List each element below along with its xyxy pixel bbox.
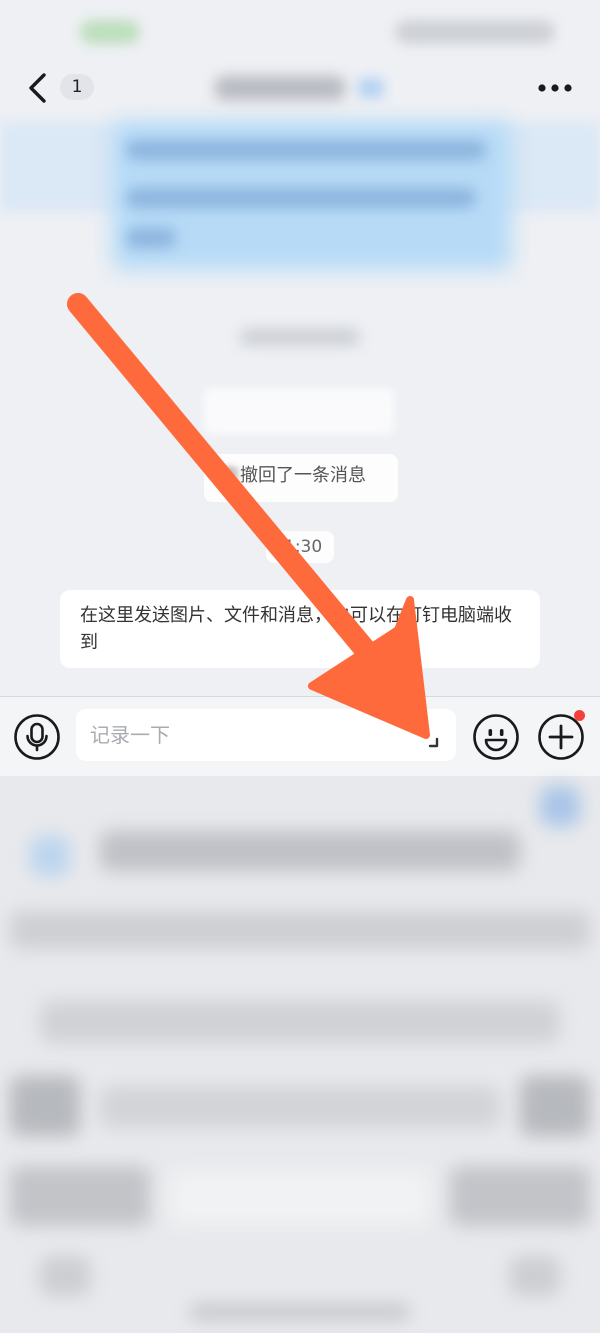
microphone-icon [14,714,60,760]
keyboard-blur-key [10,1076,80,1136]
blurred-text-line [126,188,476,208]
keyboard-blur-key [520,1076,590,1136]
message-input[interactable] [76,709,456,761]
blurred-text-line [126,140,486,160]
keyboard-blur-row [40,1001,560,1043]
voice-button[interactable] [13,713,61,761]
chat-area: 有撤回了一条消息 1:30 在这里发送图片、文件和消息，也可以在钉钉电脑端收到 [0,116,600,696]
keyboard-blur-key [540,786,580,826]
more-dots-icon [538,84,572,92]
keyboard-blurred [0,776,600,1333]
timestamp-blurred [240,328,360,346]
recall-notice: 有撤回了一条消息 [204,454,398,502]
back-chevron-icon [29,73,46,103]
keyboard-blur-key [450,1166,590,1226]
chat-title-tag-blurred [358,78,384,98]
emoji-button[interactable] [472,713,520,761]
keyboard-blur-space [170,1171,430,1225]
status-icons-blur [395,20,555,44]
time-divider-text: 1:30 [284,537,323,557]
more-button[interactable] [530,72,580,104]
recall-notice-text: 撤回了一条消息 [240,465,366,486]
notification-dot [574,710,585,721]
keyboard-blur-row [100,1086,500,1128]
back-button[interactable] [22,70,58,106]
keyboard-blur-key [510,1256,560,1296]
time-divider: 1:30 [266,531,334,563]
unread-count-badge: 1 [60,74,94,100]
tip-message-bubble: 在这里发送图片、文件和消息，也可以在钉钉电脑端收到 [60,590,540,668]
blurred-text-line [126,228,176,248]
status-bar [0,0,600,60]
keyboard-blur-row [100,831,520,871]
keyboard-blur-key [40,1256,90,1296]
keyboard-blur-key [30,836,70,876]
expand-input-button[interactable] [414,723,442,751]
home-indicator-blurred [190,1306,410,1318]
keyboard-blur-key [10,1166,150,1226]
system-notice-blurred [204,388,394,434]
expand-icon [417,726,439,748]
tip-message-text: 在这里发送图片、文件和消息，也可以在钉钉电脑端收到 [80,605,512,653]
status-indicator-blur [80,20,140,44]
smiley-icon [473,714,519,760]
chat-title-blurred [215,76,345,100]
nav-bar: 1 [0,60,600,116]
input-bar [0,696,600,777]
keyboard-blur-row [10,911,590,949]
chat-screen: 1 有撤回了一条消息 1:30 在这里发送图片、文件和消息，也可以在钉钉电脑端收… [0,0,600,1333]
